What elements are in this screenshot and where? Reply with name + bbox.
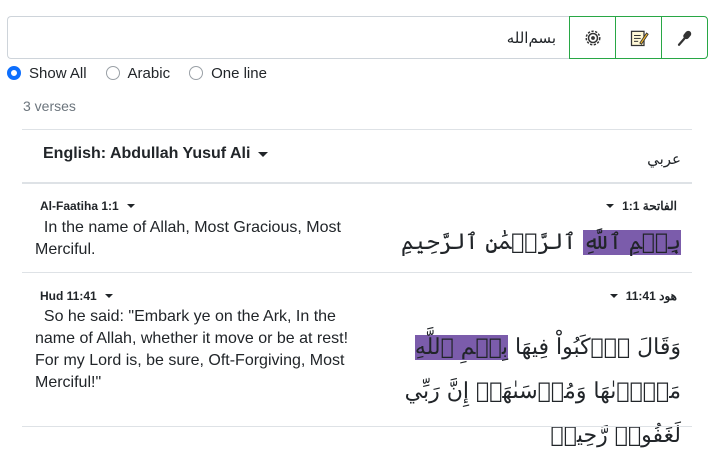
verse-ref-label: Hud 11:41: [40, 289, 97, 303]
radio-show-all[interactable]: Show All: [7, 65, 87, 82]
verse-ref-arabic-dropdown[interactable]: الفاتحة 1:1: [606, 199, 677, 213]
chevron-down-icon: [126, 204, 135, 208]
voice-button[interactable]: [661, 16, 708, 59]
search-bar: [7, 16, 708, 59]
chevron-down-icon: [606, 204, 615, 208]
divider: [22, 272, 692, 273]
radio-arabic-indicator[interactable]: [105, 66, 120, 80]
search-match-highlight: بِسۡمِ ٱللَّهِ: [583, 230, 681, 255]
radio-one-line[interactable]: One line: [189, 65, 267, 82]
radio-show-all-label: Show All: [29, 64, 87, 82]
verse-ref-arabic-dropdown[interactable]: هود 11:41: [609, 289, 677, 303]
results-count: 3 verses: [23, 98, 76, 114]
divider: [22, 129, 692, 130]
notepad-icon: [630, 30, 649, 46]
radio-arabic[interactable]: Arabic: [105, 64, 171, 82]
chevron-down-icon: [609, 294, 618, 298]
chevron-down-icon: [258, 151, 269, 157]
settings-button[interactable]: [569, 16, 616, 59]
gear-icon: [585, 30, 600, 45]
microphone-icon: [677, 30, 691, 46]
search-match-highlight: بِسۡمِ ٱللَّهِ: [414, 335, 508, 360]
arabic-column-header: عربي: [647, 150, 681, 168]
chevron-down-icon: [104, 294, 113, 298]
search-input[interactable]: [7, 16, 570, 59]
verse-ref-dropdown[interactable]: Hud 11:41: [40, 289, 113, 303]
verse-ref-arabic-label: الفاتحة 1:1: [622, 199, 677, 213]
translation-dropdown[interactable]: English: Abdullah Yusuf Ali: [43, 145, 269, 163]
verse-arabic: بِسۡمِ ٱللَّهِ ٱلرَّحۡمَٰنِ ٱلرَّحِيمِ: [400, 230, 681, 255]
radio-one-line-label: One line: [211, 64, 267, 82]
radio-one-line-indicator[interactable]: [189, 66, 204, 80]
notes-button[interactable]: [615, 16, 662, 59]
display-options: Show All Arabic One line: [7, 63, 286, 83]
verse-ref-dropdown[interactable]: Al-Faatiha 1:1: [40, 199, 135, 213]
header-divider: [22, 182, 692, 184]
translation-dropdown-label: English: Abdullah Yusuf Ali: [43, 145, 251, 162]
verse-ref-label: Al-Faatiha 1:1: [40, 199, 119, 213]
radio-arabic-label: Arabic: [127, 64, 171, 82]
divider: [22, 426, 692, 427]
verse-translation: In the name of Allah, Most Gracious, Mos…: [35, 219, 341, 258]
verse-ref-arabic-label: هود 11:41: [625, 289, 677, 303]
verse-arabic: وَقَالَ ٱرۡكَبُواْ فِيهَا بِسۡمِ ٱللَّهِ…: [404, 335, 681, 448]
radio-show-all-indicator[interactable]: [7, 66, 21, 80]
verse-translation: So he said: "Embark ye on the Ark, In th…: [35, 308, 349, 391]
